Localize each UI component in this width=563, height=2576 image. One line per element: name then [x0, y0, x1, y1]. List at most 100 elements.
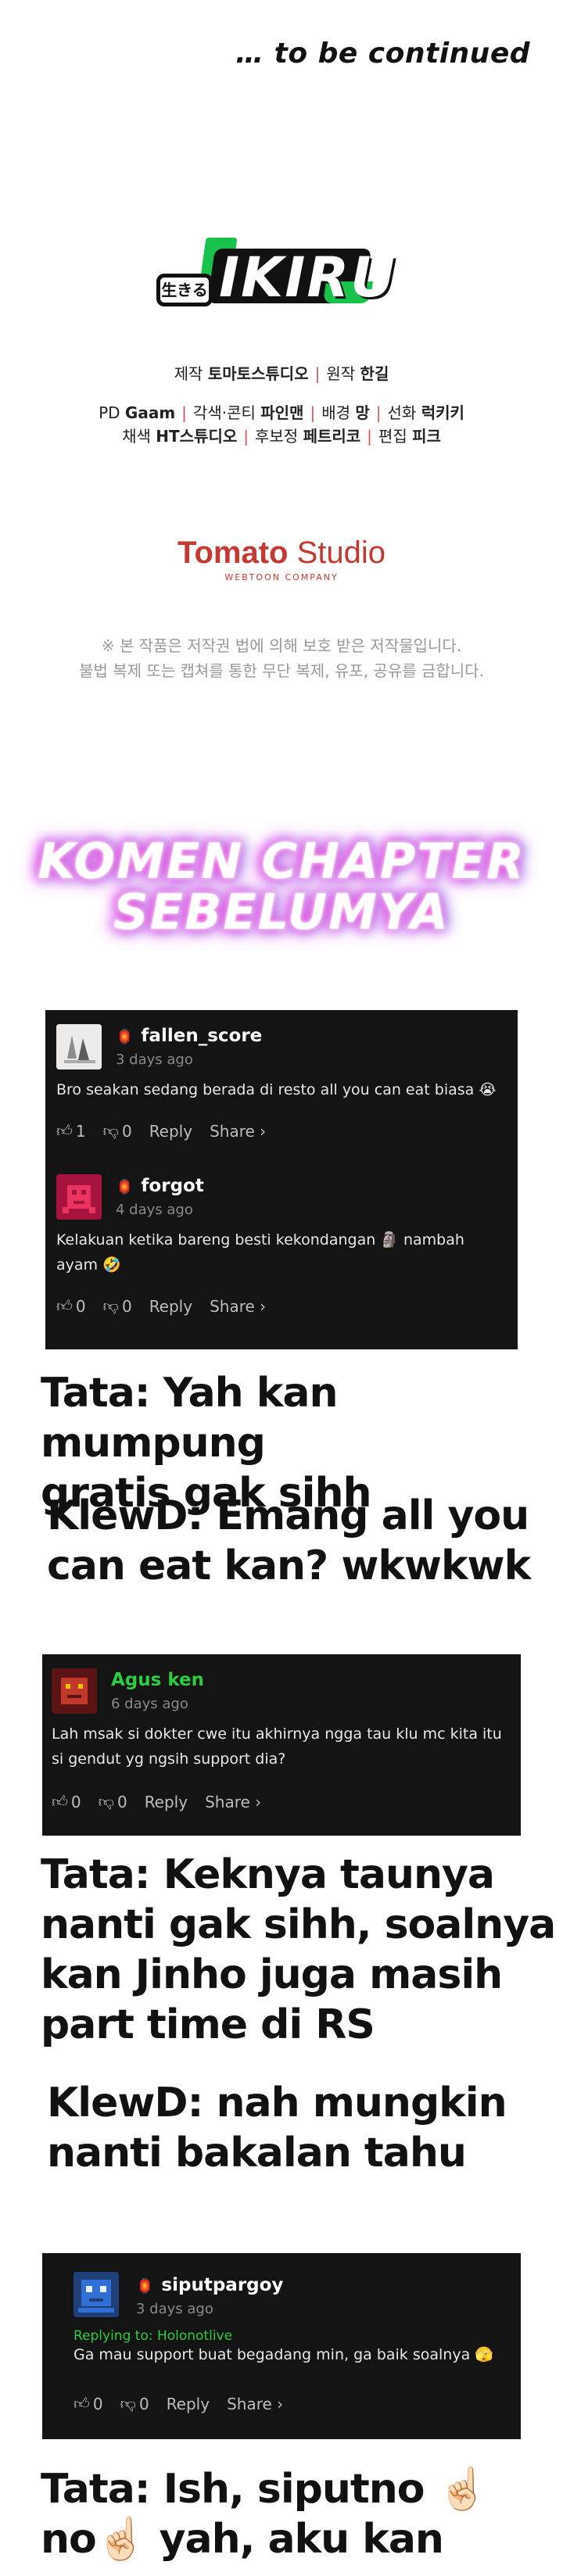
credit-value: 럭키키: [421, 403, 464, 422]
chat-line: nanti gak sihh, soalnya: [41, 1901, 556, 1948]
credit-value: Gaam: [124, 403, 176, 422]
reply-button[interactable]: Reply: [149, 1122, 192, 1141]
chat-line: KlewD: nah mungkin: [47, 2080, 507, 2126]
share-button[interactable]: Share ›: [210, 1122, 266, 1141]
comment-username[interactable]: 🏮 forgot: [116, 1176, 204, 1196]
comment-card: Agus ken 6 days ago Lah msak si dokter c…: [42, 1654, 521, 1836]
comment-actions: 👍︎ 0 👎︎ 0 Reply Share ›: [74, 2394, 283, 2413]
avatar: [52, 1668, 97, 1714]
thumbs-up-icon: 👍︎: [56, 1121, 73, 1140]
comment-username[interactable]: 🏮 fallen_score: [116, 1026, 262, 1046]
credit-label: PD: [99, 403, 125, 422]
user-badge-icon: 🏮: [136, 2278, 154, 2295]
credit-label: 후보정: [255, 427, 303, 446]
comment-timestamp: 3 days ago: [116, 1052, 193, 1068]
studio-name-light: Studio: [288, 536, 385, 570]
chat-text-tata: Tata: Keknya taunya nanti gak sihh, soal…: [41, 1850, 556, 2050]
chat-line: part time di RS: [41, 2001, 375, 2048]
comment-timestamp: 3 days ago: [136, 2301, 213, 2317]
comment-username[interactable]: 🏮 siputpargoy: [136, 2275, 283, 2295]
dislike-button[interactable]: 👎︎ 0: [103, 1296, 132, 1316]
credit-label: 선화: [387, 403, 421, 422]
credit-label: 원작: [326, 364, 360, 383]
chat-text-klewd: KlewD: Emang all you can eat kan? wkwkwk: [47, 1491, 531, 1591]
like-button[interactable]: 👍︎ 1: [56, 1121, 86, 1141]
comment-card: 🏮 fallen_score 3 days ago Bro seakan seda…: [45, 1010, 518, 1349]
thumbs-down-icon: 👎︎: [102, 1296, 119, 1315]
reply-button[interactable]: Reply: [167, 2395, 210, 2413]
dislike-button[interactable]: 👎︎ 0: [103, 1121, 132, 1141]
like-button[interactable]: 👍︎ 0: [52, 1792, 81, 1811]
dislike-button[interactable]: 👎︎ 0: [120, 2394, 149, 2413]
comment-actions: 👍︎ 0 👎︎ 0 Reply Share ›: [56, 1296, 266, 1316]
credit-line-3: 채색 HT스튜디오 | 후보정 페트리코 | 편집 피크: [122, 427, 441, 446]
neon-title-line-1: KOMEN CHAPTER: [38, 833, 525, 890]
chat-line: Tata: Yah kan mumpung: [41, 1370, 339, 1467]
thumbs-down-icon: 👎︎: [98, 1792, 114, 1811]
avatar-image: [52, 1668, 97, 1714]
dislike-count: 0: [121, 1296, 132, 1316]
comment-timestamp: 4 days ago: [116, 1202, 193, 1218]
comment-card: 🏮 siputpargoy 3 days ago Replying to: Hol…: [42, 2253, 521, 2439]
dislike-count: 0: [117, 1792, 127, 1811]
dislike-button[interactable]: 👎︎ 0: [99, 1792, 127, 1811]
chat-line: can eat kan? wkwkwk: [47, 1542, 531, 1589]
copyright-notice-2: 불법 복제 또는 캡쳐를 통한 무단 복제, 유포, 공유를 금합니다.: [79, 661, 484, 680]
share-button[interactable]: Share ›: [210, 1297, 266, 1316]
thumbs-up-icon: 👍︎: [74, 2394, 90, 2413]
credit-label: 배경: [321, 403, 356, 422]
credit-label: 채색: [122, 427, 156, 446]
comment-username[interactable]: Agus ken: [111, 1670, 204, 1690]
credit-value: HT스튜디오: [156, 427, 238, 446]
comment-text: Ga mau support buat begadang min, ga bai…: [74, 2346, 493, 2363]
like-count: 0: [92, 2394, 103, 2413]
like-button[interactable]: 👍︎ 0: [56, 1296, 86, 1316]
credit-value: 페트리코: [303, 427, 361, 446]
credit-value: 망: [355, 403, 370, 422]
credit-line-1: 제작 토마토스튜디오 | 원작 한길: [174, 364, 389, 383]
comment-text: Lah msak si dokter cwe itu akhirnya ngga…: [52, 1722, 513, 1772]
like-button[interactable]: 👍︎ 0: [74, 2394, 103, 2413]
comment-text: Bro seakan sedang berada di resto all yo…: [56, 1081, 497, 1098]
username-text: fallen_score: [141, 1026, 263, 1046]
credit-value: 피크: [412, 427, 441, 446]
comment-text: Kelakuan ketika bareng besti kekondangan…: [56, 1227, 510, 1277]
logo-text: IKIRU: [219, 245, 397, 310]
credit-value: 파인맨: [260, 403, 304, 422]
reply-button[interactable]: Reply: [149, 1297, 192, 1316]
avatar-image: [56, 1174, 102, 1220]
avatar-image: [56, 1024, 102, 1069]
chat-line: kan Jinho juga masih: [41, 1951, 503, 1998]
comment-text-line: ayam 🤣: [56, 1256, 121, 1274]
user-badge-icon: 🏮: [116, 1179, 134, 1195]
comment-actions: 👍︎ 1 👎︎ 0 Reply Share ›: [56, 1121, 266, 1141]
credit-line-2: PD Gaam | 각색·콘티 파인맨 | 배경 망 | 선화 럭키키: [99, 403, 464, 422]
comment-actions: 👍︎ 0 👎︎ 0 Reply Share ›: [52, 1792, 261, 1811]
studio-subtitle: WEBTOON COMPANY: [224, 572, 339, 582]
chat-line: nanti bakalan tahu: [47, 2130, 467, 2177]
share-button[interactable]: Share ›: [227, 2395, 283, 2413]
chat-text-klewd: KlewD: nah mungkin nanti bakalan tahu: [47, 2078, 507, 2178]
like-count: 0: [70, 1792, 81, 1811]
avatar: [56, 1174, 102, 1220]
studio-name-bold: Tomato: [178, 536, 289, 570]
share-button[interactable]: Share ›: [205, 1793, 261, 1811]
comment-text-line: si gendut yg ngsih support dia?: [52, 1750, 286, 1768]
chat-line: Tata: Ish, siputno ☝🏻: [41, 2466, 488, 2513]
chat-line: no☝🏻 yah, aku kan: [41, 2516, 444, 2563]
reply-button[interactable]: Reply: [145, 1793, 188, 1811]
like-count: 0: [75, 1296, 86, 1316]
credit-label: 편집: [378, 427, 413, 446]
user-badge-icon: 🏮: [116, 1029, 134, 1045]
replying-to-label[interactable]: Replying to: Holonotlive: [74, 2328, 232, 2344]
copyright-notice-1: ※ 본 작품은 저작권 법에 의해 보호 받은 저작물입니다.: [101, 636, 462, 655]
chat-line: KlewD: Emang all you: [47, 1492, 529, 1539]
avatar-image: [74, 2272, 119, 2317]
dislike-count: 0: [121, 1121, 132, 1141]
logo-tag: 生きる: [156, 274, 213, 306]
comment-timestamp: 6 days ago: [111, 1696, 188, 1712]
credit-value: 토마토스튜디오: [207, 364, 309, 383]
to-be-continued-text: … to be continued: [235, 38, 530, 70]
credit-label: 제작: [174, 364, 208, 383]
chat-line: Tata: Keknya taunya: [41, 1851, 495, 1898]
